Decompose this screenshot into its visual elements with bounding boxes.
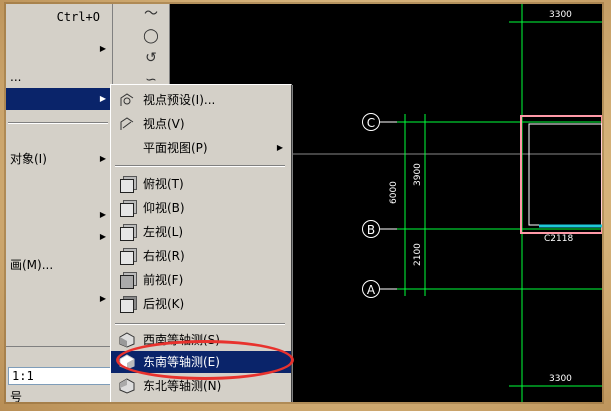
- menu-item-ellipsis[interactable]: ...: [6, 66, 112, 88]
- view-menu: Ctrl+O ▶ ... ▶ 对象(I) ▶ ▶ ▶ 画(M)... ▶: [6, 4, 113, 346]
- submenu-arrow-icon: ▶: [276, 143, 283, 152]
- top-view-icon: [119, 176, 137, 193]
- menu-item-open[interactable]: Ctrl+O: [6, 6, 112, 28]
- submenu-item-sw-isometric[interactable]: 西南等轴测(S): [111, 329, 291, 351]
- menu-item-submenu-8[interactable]: ▶: [6, 288, 112, 310]
- viewpoint-preset-icon: [119, 92, 135, 108]
- submenu-item-left[interactable]: 左视(L): [111, 221, 291, 243]
- scale-field[interactable]: 1:1: [8, 367, 113, 385]
- menu-item-submenu-6[interactable]: ▶: [6, 226, 112, 248]
- submenu-item-viewpoint-presets[interactable]: 视点预设(I)...: [111, 89, 291, 111]
- revision-cloud-icon[interactable]: ↺: [143, 50, 159, 66]
- menu-separator: [8, 122, 108, 124]
- axis-bubble-b: B: [362, 220, 380, 238]
- submenu-item-ne-isometric[interactable]: 东北等轴测(N): [111, 375, 291, 397]
- right-view-icon: [119, 248, 137, 265]
- menu-item-object[interactable]: 对象(I) ▶: [6, 148, 112, 170]
- bottom-view-icon: [119, 200, 137, 217]
- wall-outline: [520, 115, 602, 234]
- submenu-arrow-icon: ▶: [99, 294, 106, 303]
- menu-item-9[interactable]: [6, 318, 112, 340]
- sw-isometric-icon: [119, 332, 135, 348]
- submenu-item-front[interactable]: 前视(F): [111, 269, 291, 291]
- submenu-arrow-icon: ▶: [99, 44, 106, 53]
- left-view-icon: [119, 224, 137, 241]
- menu-item-submenu-5[interactable]: ▶: [6, 204, 112, 226]
- menu-item-submenu-1[interactable]: ▶: [6, 38, 112, 60]
- window-label: C2118: [544, 234, 574, 244]
- menu-item-3d-views[interactable]: ▶: [6, 88, 112, 110]
- dimension-lower-vertical: 2100: [413, 243, 423, 266]
- ne-isometric-icon: [119, 378, 135, 394]
- se-isometric-icon: [119, 354, 135, 370]
- axis-bubble-c: C: [362, 113, 380, 131]
- viewpoint-icon: [119, 116, 135, 132]
- submenu-item-se-isometric[interactable]: 东南等轴测(E): [111, 351, 291, 373]
- submenu-item-top[interactable]: 俯视(T): [111, 173, 291, 195]
- arc-icon[interactable]: 〜: [143, 6, 159, 22]
- toolbar-strip: 〜 ◯ ↺ ∽: [113, 4, 170, 90]
- submenu-arrow-icon: ▶: [99, 210, 106, 219]
- wall-inner: [528, 123, 602, 226]
- dimension-top: 3300: [549, 10, 572, 20]
- submenu-arrow-icon: ▶: [99, 154, 106, 163]
- submenu-item-bottom[interactable]: 仰视(B): [111, 197, 291, 219]
- menu-item-render[interactable]: 画(M)...: [6, 254, 112, 276]
- submenu-item-right[interactable]: 右视(R): [111, 245, 291, 267]
- submenu-separator: [115, 165, 285, 167]
- dimension-bottom: 3300: [549, 374, 572, 384]
- cad-screen: C B A 3300 3300 6000 3900 2100 C2118 〜 ◯…: [6, 4, 602, 402]
- submenu-item-back[interactable]: 后视(K): [111, 293, 291, 315]
- property-label: 号: [10, 390, 23, 402]
- back-view-icon: [119, 296, 137, 313]
- submenu-item-plan-view[interactable]: 平面视图(P) ▶: [111, 137, 291, 159]
- 3d-views-submenu: 视点预设(I)... 视点(V) 平面视图(P) ▶ 俯视(T) 仰视(B) 左…: [110, 84, 292, 402]
- front-view-icon: [119, 272, 137, 289]
- circle-icon[interactable]: ◯: [143, 28, 159, 44]
- submenu-separator: [115, 323, 285, 325]
- dimension-upper-vertical: 3900: [413, 163, 423, 186]
- properties-panel: 1:1 号: [6, 346, 113, 402]
- dimension-total-vertical: 6000: [389, 181, 399, 204]
- axis-bubble-a: A: [362, 280, 380, 298]
- submenu-arrow-icon: ▶: [99, 94, 106, 103]
- shortcut-ctrl-o: Ctrl+O: [56, 10, 100, 24]
- submenu-arrow-icon: ▶: [99, 232, 106, 241]
- submenu-item-viewpoint[interactable]: 视点(V): [111, 113, 291, 135]
